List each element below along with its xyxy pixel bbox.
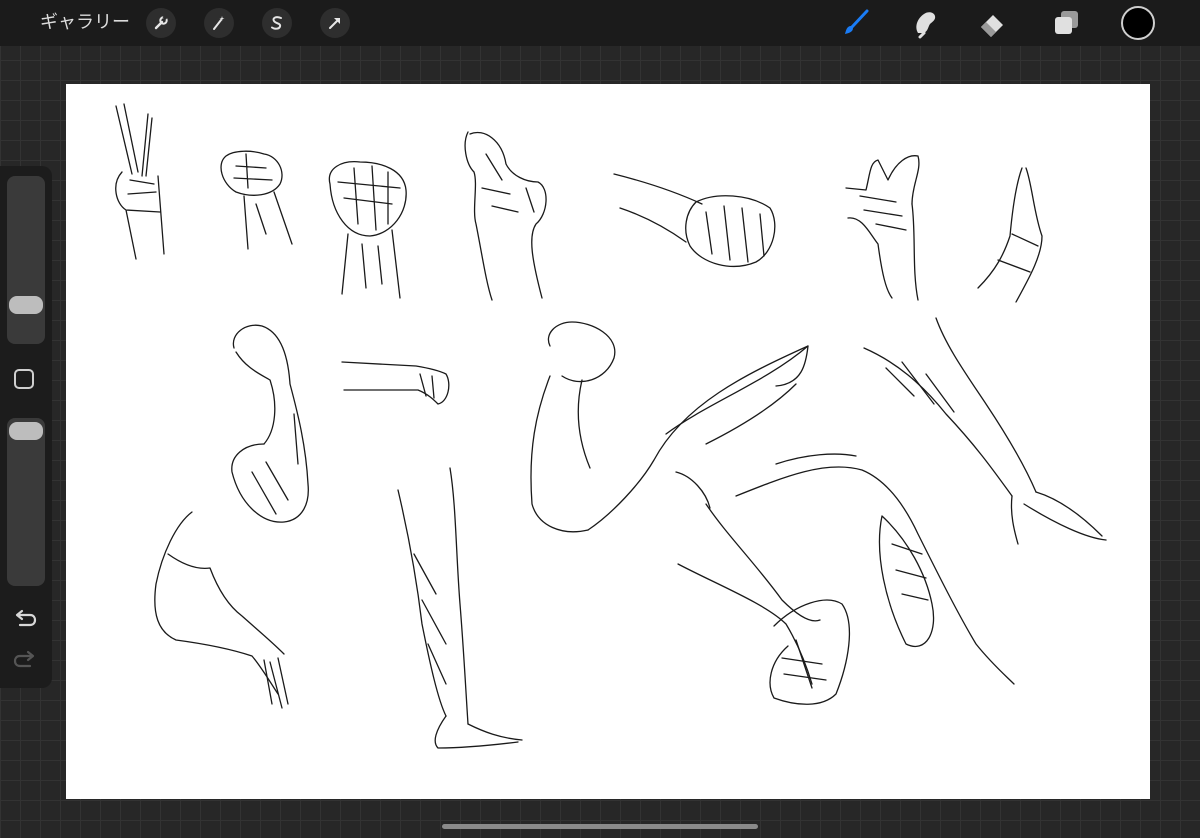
sketch-side-hand [977, 167, 1043, 303]
opacity-handle[interactable] [9, 422, 43, 440]
gallery-button[interactable]: ギャラリー [40, 10, 130, 36]
layers-icon [1055, 11, 1078, 34]
layers-button[interactable] [1049, 6, 1083, 40]
color-picker-button[interactable] [1121, 6, 1155, 40]
sketch-running-leg [677, 503, 851, 705]
eraser-tool-button[interactable] [975, 6, 1009, 40]
arrow-cursor-icon [329, 18, 340, 29]
smudge-icon [916, 12, 936, 39]
brush-tool-button[interactable] [839, 6, 873, 40]
opacity-slider[interactable] [7, 418, 45, 586]
redo-arrow-icon [13, 650, 35, 668]
eraser-icon [981, 15, 1003, 37]
selection-button[interactable] [262, 8, 292, 38]
sketch-straight-arm-hand [397, 467, 523, 749]
magic-wand-icon [213, 16, 225, 30]
sketch-artwork [115, 103, 1107, 749]
sketch-claw-hand [845, 155, 920, 301]
smudge-tool-button[interactable] [908, 6, 942, 40]
left-sidebar [0, 166, 52, 688]
transform-button[interactable] [320, 8, 350, 38]
drawing-canvas[interactable] [66, 84, 1150, 799]
sketch-long-arm-hand [863, 317, 1107, 545]
sketch-second-leg [735, 453, 1015, 685]
sketch-fist-1 [220, 150, 293, 250]
sketch-pointing-hand [464, 131, 547, 301]
adjustments-button[interactable] [204, 8, 234, 38]
actions-button[interactable] [146, 8, 176, 38]
sketch-arm-with-hand [154, 511, 289, 709]
sketch-bent-arm [231, 324, 309, 523]
brush-size-handle[interactable] [9, 296, 43, 314]
sketch-horizontal-fist [613, 173, 776, 267]
undo-button[interactable] [12, 609, 38, 631]
sketch-flexed-arm [530, 321, 809, 533]
top-toolbar: ギャラリー [0, 0, 1200, 46]
redo-button[interactable] [12, 650, 38, 672]
brush-size-slider[interactable] [7, 176, 45, 344]
selection-s-icon [271, 16, 282, 30]
wrench-icon [154, 15, 168, 30]
home-indicator [442, 824, 758, 829]
brush-icon [845, 9, 869, 34]
sketch-fist-2 [328, 161, 407, 299]
sketch-small-pointing-hand [341, 361, 450, 405]
sketch-peace-hand [115, 103, 165, 260]
modify-button[interactable] [14, 369, 34, 389]
undo-arrow-icon [15, 609, 37, 627]
